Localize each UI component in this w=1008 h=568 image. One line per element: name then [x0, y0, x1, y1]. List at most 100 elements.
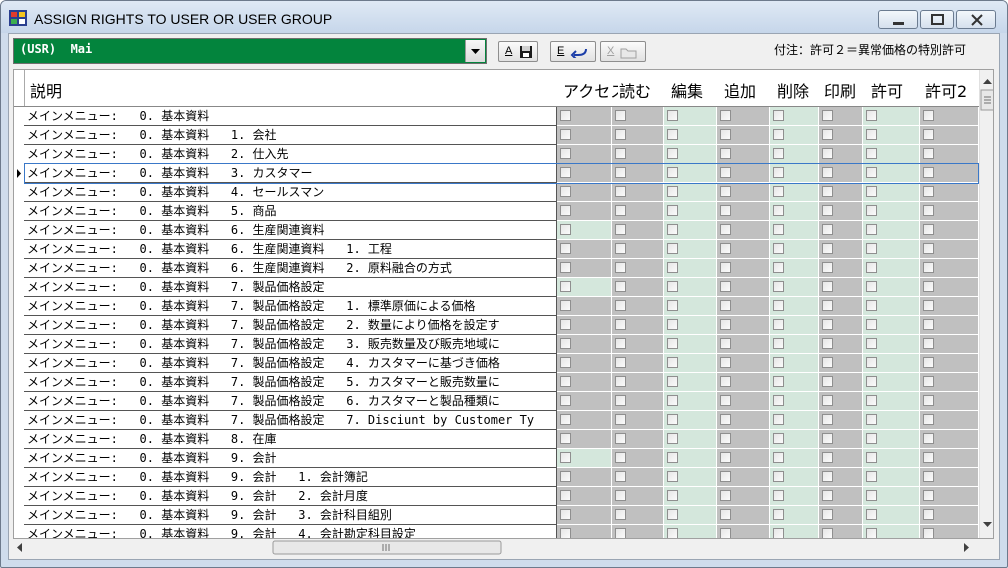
- row-selector[interactable]: [14, 107, 24, 126]
- permission-checkbox[interactable]: [720, 319, 731, 330]
- permission-checkbox[interactable]: [773, 186, 784, 197]
- permission-checkbox[interactable]: [720, 205, 731, 216]
- permission-checkbox[interactable]: [560, 452, 571, 463]
- row-description[interactable]: メインメニュー: 0. 基本資料 9. 会計 1. 会計簿記: [24, 468, 557, 487]
- permission-checkbox[interactable]: [720, 167, 731, 178]
- permission-checkbox[interactable]: [773, 490, 784, 501]
- permission-checkbox[interactable]: [720, 186, 731, 197]
- permission-checkbox[interactable]: [615, 281, 626, 292]
- row-description[interactable]: メインメニュー: 0. 基本資料 9. 会計 3. 会計科目組別: [24, 506, 557, 525]
- permission-checkbox[interactable]: [667, 528, 678, 538]
- permission-checkbox[interactable]: [923, 528, 934, 538]
- exit-button[interactable]: E: [550, 41, 596, 62]
- permission-checkbox[interactable]: [720, 300, 731, 311]
- row-description[interactable]: メインメニュー: 0. 基本資料 7. 製品価格設定 7. Disciunt b…: [24, 411, 557, 430]
- header-permission-6[interactable]: 印刷: [824, 70, 868, 106]
- permission-checkbox[interactable]: [615, 262, 626, 273]
- permission-checkbox[interactable]: [866, 243, 877, 254]
- permission-checkbox[interactable]: [615, 243, 626, 254]
- table-row[interactable]: メインメニュー: 0. 基本資料 9. 会計 3. 会計科目組別: [14, 506, 979, 525]
- permission-checkbox[interactable]: [560, 319, 571, 330]
- row-description[interactable]: メインメニュー: 0. 基本資料 5. 商品: [24, 202, 557, 221]
- permission-checkbox[interactable]: [773, 110, 784, 121]
- permission-checkbox[interactable]: [822, 509, 833, 520]
- row-selector[interactable]: [14, 354, 24, 373]
- table-row[interactable]: メインメニュー: 0. 基本資料 2. 仕入先: [14, 145, 979, 164]
- permission-checkbox[interactable]: [822, 452, 833, 463]
- permission-checkbox[interactable]: [615, 414, 626, 425]
- permission-checkbox[interactable]: [866, 433, 877, 444]
- permission-checkbox[interactable]: [773, 414, 784, 425]
- permission-checkbox[interactable]: [866, 129, 877, 140]
- permission-checkbox[interactable]: [773, 148, 784, 159]
- permission-checkbox[interactable]: [667, 490, 678, 501]
- permission-checkbox[interactable]: [615, 338, 626, 349]
- row-description[interactable]: メインメニュー: 0. 基本資料 9. 会計: [24, 449, 557, 468]
- permission-checkbox[interactable]: [667, 395, 678, 406]
- table-row[interactable]: メインメニュー: 0. 基本資料 5. 商品: [14, 202, 979, 221]
- table-row[interactable]: メインメニュー: 0. 基本資料 7. 製品価格設定 1. 標準原価による価格: [14, 297, 979, 316]
- scroll-down-icon[interactable]: [983, 522, 992, 527]
- permission-checkbox[interactable]: [923, 490, 934, 501]
- row-selector[interactable]: [14, 506, 24, 525]
- table-row[interactable]: メインメニュー: 0. 基本資料 6. 生産関連資料 1. 工程: [14, 240, 979, 259]
- permission-checkbox[interactable]: [773, 167, 784, 178]
- permission-checkbox[interactable]: [923, 357, 934, 368]
- table-row[interactable]: メインメニュー: 0. 基本資料 3. カスタマー: [14, 164, 979, 183]
- permission-checkbox[interactable]: [822, 167, 833, 178]
- header-description[interactable]: 説明: [30, 70, 550, 106]
- permission-checkbox[interactable]: [773, 509, 784, 520]
- row-description[interactable]: メインメニュー: 0. 基本資料 6. 生産関連資料 2. 原料融合の方式: [24, 259, 557, 278]
- permission-checkbox[interactable]: [560, 433, 571, 444]
- row-description[interactable]: メインメニュー: 0. 基本資料 7. 製品価格設定 1. 標準原価による価格: [24, 297, 557, 316]
- permission-checkbox[interactable]: [667, 167, 678, 178]
- permission-checkbox[interactable]: [720, 528, 731, 538]
- row-selector[interactable]: [14, 145, 24, 164]
- permission-checkbox[interactable]: [822, 129, 833, 140]
- permission-checkbox[interactable]: [923, 414, 934, 425]
- permission-checkbox[interactable]: [560, 205, 571, 216]
- scroll-left-icon[interactable]: [17, 543, 22, 552]
- permission-checkbox[interactable]: [560, 395, 571, 406]
- row-description[interactable]: メインメニュー: 0. 基本資料 3. カスタマー: [24, 164, 557, 183]
- table-row[interactable]: メインメニュー: 0. 基本資料 7. 製品価格設定 3. 販売数量及び販売地域…: [14, 335, 979, 354]
- row-description[interactable]: メインメニュー: 0. 基本資料 8. 在庫: [24, 430, 557, 449]
- permission-checkbox[interactable]: [923, 186, 934, 197]
- permission-checkbox[interactable]: [720, 414, 731, 425]
- permission-checkbox[interactable]: [615, 433, 626, 444]
- permission-checkbox[interactable]: [560, 300, 571, 311]
- permission-checkbox[interactable]: [866, 471, 877, 482]
- permission-checkbox[interactable]: [615, 110, 626, 121]
- header-permission-3[interactable]: 編集: [671, 70, 724, 106]
- permission-checkbox[interactable]: [822, 376, 833, 387]
- row-selector[interactable]: [14, 449, 24, 468]
- permission-checkbox[interactable]: [923, 129, 934, 140]
- permission-checkbox[interactable]: [720, 357, 731, 368]
- permission-checkbox[interactable]: [866, 376, 877, 387]
- permission-checkbox[interactable]: [773, 281, 784, 292]
- permission-checkbox[interactable]: [720, 224, 731, 235]
- permission-checkbox[interactable]: [923, 376, 934, 387]
- permission-checkbox[interactable]: [866, 300, 877, 311]
- permission-checkbox[interactable]: [615, 528, 626, 538]
- table-row[interactable]: メインメニュー: 0. 基本資料 9. 会計 1. 会計簿記: [14, 468, 979, 487]
- permission-checkbox[interactable]: [667, 452, 678, 463]
- permission-checkbox[interactable]: [822, 414, 833, 425]
- permission-checkbox[interactable]: [720, 262, 731, 273]
- permission-checkbox[interactable]: [615, 129, 626, 140]
- permission-checkbox[interactable]: [923, 471, 934, 482]
- permission-checkbox[interactable]: [773, 357, 784, 368]
- header-permission-5[interactable]: 削除: [777, 70, 826, 106]
- permission-checkbox[interactable]: [923, 224, 934, 235]
- table-row[interactable]: メインメニュー: 0. 基本資料 7. 製品価格設定 2. 数量により価格を設定…: [14, 316, 979, 335]
- permission-checkbox[interactable]: [773, 433, 784, 444]
- permission-checkbox[interactable]: [773, 395, 784, 406]
- permission-checkbox[interactable]: [560, 129, 571, 140]
- dropdown-button[interactable]: [465, 40, 485, 62]
- permission-checkbox[interactable]: [923, 509, 934, 520]
- permission-checkbox[interactable]: [615, 186, 626, 197]
- permission-checkbox[interactable]: [560, 338, 571, 349]
- permission-checkbox[interactable]: [560, 414, 571, 425]
- row-description[interactable]: メインメニュー: 0. 基本資料 9. 会計 4. 会計勘定科目設定: [24, 525, 557, 538]
- permission-checkbox[interactable]: [720, 452, 731, 463]
